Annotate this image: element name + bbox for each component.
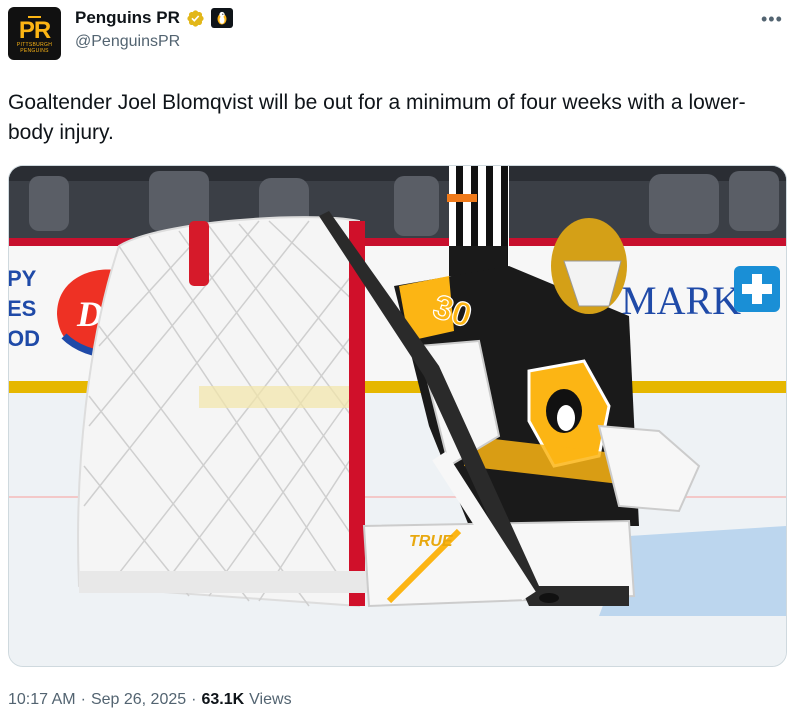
views-label: Views: [249, 691, 292, 708]
hockey-goalie-photo: PY ES OD DQ MARK: [9, 166, 786, 666]
blue-cross-icon: [734, 266, 780, 312]
board-ad-right-text: MARK: [621, 278, 741, 323]
meta-separator: ·: [191, 691, 197, 708]
display-name[interactable]: Penguins PR: [75, 8, 180, 28]
views-count: 63.1K: [201, 691, 245, 708]
hockey-puck: [539, 593, 559, 603]
avatar-text: PR: [18, 17, 51, 44]
tweet-media-photo[interactable]: PY ES OD DQ MARK: [8, 165, 787, 667]
tweet-time[interactable]: 10:17 AM: [8, 691, 76, 709]
more-options-icon[interactable]: •••: [761, 10, 783, 28]
author-name-row: Penguins PR: [75, 7, 233, 29]
svg-text:ES: ES: [9, 296, 36, 321]
pad-brand-text: TRUE: [409, 533, 454, 550]
avatar-subtext: PITTSBURGH PENGUINS: [16, 42, 53, 54]
verified-badge-icon[interactable]: [186, 9, 205, 28]
profile-avatar[interactable]: PR PITTSBURGH PENGUINS: [8, 7, 61, 60]
hockey-net: [77, 216, 369, 608]
meta-separator: ·: [80, 691, 86, 708]
board-ad-left-text: PY: [9, 266, 37, 291]
author-handle[interactable]: @PenguinsPR: [75, 33, 180, 51]
penguin-glyph-icon: [217, 11, 227, 25]
tweet-date[interactable]: Sep 26, 2025: [91, 691, 186, 709]
tweet-text: Goaltender Joel Blomqvist will be out fo…: [8, 91, 746, 144]
svg-text:OD: OD: [9, 326, 40, 351]
penguin-logo-icon[interactable]: [210, 8, 233, 28]
referee-figure: [447, 166, 509, 276]
tweet-meta: 10:17 AM · Sep 26, 2025 · 63.1K Views: [8, 691, 292, 709]
